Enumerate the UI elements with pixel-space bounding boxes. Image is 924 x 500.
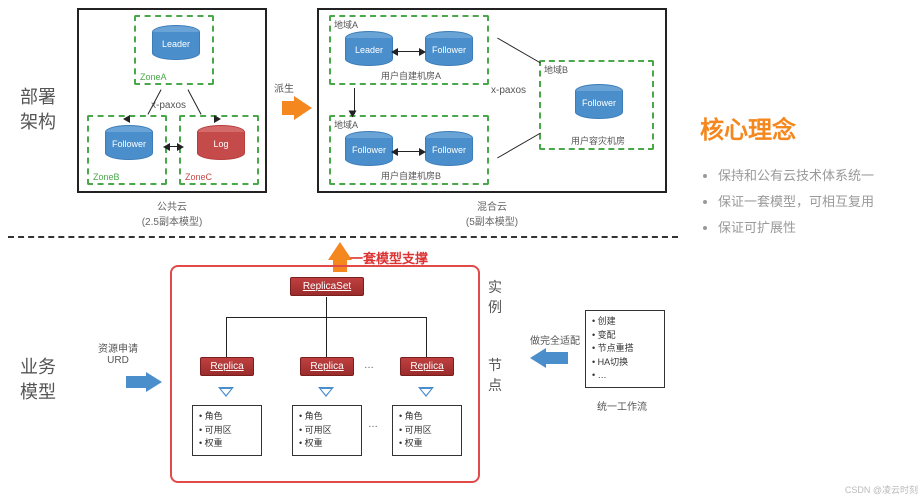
leader-cylinder: Leader (152, 25, 200, 65)
full-adapt-arrow (530, 348, 546, 368)
arrowhead (349, 111, 357, 118)
region-label: 地域A (334, 118, 358, 131)
follower-cylinder: Follower (425, 131, 473, 171)
arrowhead (391, 48, 398, 56)
region-label: 地域B (544, 63, 568, 76)
zone-label: ZoneC (185, 172, 212, 182)
arrowhead (177, 143, 184, 151)
log-cylinder: Log (197, 125, 245, 165)
core-concept-title: 核心理念 (700, 110, 915, 145)
watermark: CSDN @凌云时刻 (845, 483, 918, 496)
arrowhead (214, 115, 221, 123)
resource-req-arrow (146, 372, 162, 392)
replica-attr-box: • 角色 • 可用区 • 权重 (192, 405, 262, 456)
deploy-arch-label: 部署架构 (20, 85, 56, 135)
arrowhead (123, 115, 130, 123)
business-model-section: ReplicaSet Replica Replica … Replica • 角… (170, 255, 490, 485)
concept-bullet: 保证一套模型，可相互复用 (718, 189, 915, 215)
down-arrow-icon (218, 387, 234, 397)
section-divider (8, 236, 678, 238)
public-cloud-caption: 公共云(2.5副本模型) (77, 198, 267, 228)
arrowhead (163, 143, 170, 151)
connector (397, 51, 421, 52)
node-label: 节点 (488, 355, 502, 395)
connector (497, 38, 541, 64)
follower-cylinder: Follower (575, 84, 623, 124)
dc-label: 用户自建机房B (381, 169, 441, 182)
resource-req-text: 资源申请URD (98, 340, 138, 366)
arrowhead (419, 148, 426, 156)
biz-model-label: 业务模型 (20, 355, 56, 405)
replica-attr-box: • 角色 • 可用区 • 权重 (392, 405, 462, 456)
connector (426, 317, 427, 357)
zone-label: ZoneA (140, 72, 167, 82)
connector (226, 317, 227, 357)
instance-label: 实例 (488, 277, 502, 317)
derive-arrow (294, 96, 312, 120)
follower-cylinder: Follower (345, 131, 393, 171)
zoneB: Follower ZoneB (87, 115, 167, 185)
concept-bullet: 保证可扩展性 (718, 215, 915, 241)
replica-attr-box: • 角色 • 可用区 • 权重 (292, 405, 362, 456)
connector (326, 317, 327, 357)
connector (397, 151, 421, 152)
regionA-top: 地域A Leader Follower 用户自建机房A (329, 15, 489, 85)
follower-cylinder: Follower (105, 125, 153, 165)
regionA-bot: 地域A Follower Follower 用户自建机房B (329, 115, 489, 185)
red-container: ReplicaSet Replica Replica … Replica • 角… (170, 265, 480, 483)
zoneA: Leader ZoneA (134, 15, 214, 85)
arrowhead (419, 48, 426, 56)
connector (187, 89, 201, 114)
workflow-caption: 统一工作流 (597, 398, 647, 413)
dc-label: 用户自建机房A (381, 69, 441, 82)
core-concept-panel: 核心理念 保持和公有云技术体系统一 保证一套模型，可相互复用 保证可扩展性 (700, 110, 915, 241)
zoneC: Log ZoneC (179, 115, 259, 185)
connector (497, 133, 541, 159)
concept-bullet: 保持和公有云技术体系统一 (718, 163, 915, 189)
arrowhead (391, 148, 398, 156)
public-cloud-box: Leader ZoneA Follower ZoneB Log ZoneC x-… (77, 8, 267, 193)
replica-node: Replica (400, 357, 454, 376)
derive-text: 派生 (274, 80, 294, 95)
down-arrow-icon (418, 387, 434, 397)
ellipsis: … (364, 360, 374, 371)
dc-label: 用户容灾机房 (571, 134, 625, 147)
hybrid-cloud-box: 地域A Leader Follower 用户自建机房A 地域A Follower… (317, 8, 667, 193)
regionB: 地域B Follower 用户容灾机房 (539, 60, 654, 150)
xpaxos-text: x-paxos (491, 85, 526, 96)
leader-cylinder: Leader (345, 31, 393, 71)
hybrid-cloud-caption: 混合云(5副本模型) (317, 198, 667, 228)
replica-node: Replica (300, 357, 354, 376)
ellipsis: … (368, 419, 378, 430)
full-adapt-text: 做完全适配 (530, 332, 580, 347)
connector (326, 297, 327, 317)
down-arrow-icon (318, 387, 334, 397)
zone-label: ZoneB (93, 172, 120, 182)
deployment-section: Leader ZoneA Follower ZoneB Log ZoneC x-… (77, 8, 677, 233)
replica-node: Replica (200, 357, 254, 376)
replicaset-node: ReplicaSet (290, 277, 364, 296)
region-label: 地域A (334, 18, 358, 31)
workflow-box: • 创建 • 变配 • 节点重搭 • HA切换 • … (585, 310, 665, 388)
follower-cylinder: Follower (425, 31, 473, 71)
xpaxos-text: x-paxos (151, 100, 186, 111)
